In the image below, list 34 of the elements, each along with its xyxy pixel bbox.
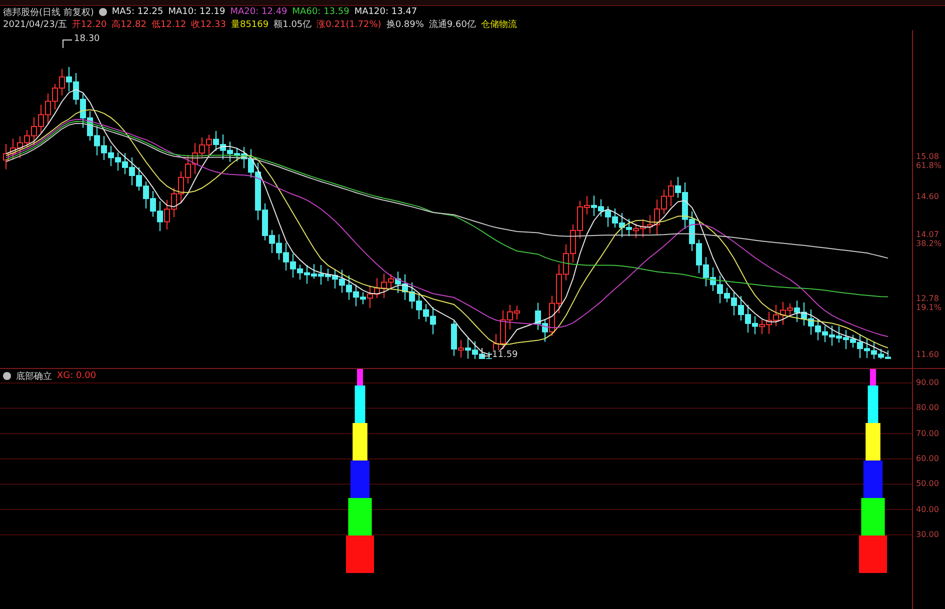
moving-average-label: MA60: 13.59 [292,7,350,17]
indicator-axis-label: 60.00 [916,454,939,463]
quote-value: 2021/04/23/五 [3,18,67,30]
moving-average-label: MA120: 13.47 [354,7,418,17]
quote-value: 换0.89% [386,18,424,30]
indicator-axis-label: 90.00 [916,378,939,387]
quote-value: 流通9.60亿 [428,18,476,30]
moving-average-label: MA10: 12.19 [168,7,226,17]
high-price-marker: 18.30 [74,34,100,44]
moving-average-label: MA20: 12.49 [230,7,288,17]
quote-value: 涨0.21(1.72%) [316,18,382,30]
indicator-axis-label: 30.00 [916,530,939,539]
quote-value: 开12.20 [72,18,107,30]
quote-value: 量85169 [230,18,269,30]
quote-value: 额1.05亿 [274,18,312,30]
price-axis-label: 11.60 [916,350,939,359]
quote-value: 仓储物流 [480,18,517,30]
leader-line [482,348,490,356]
indicator-axis-label: 50.00 [916,479,939,488]
quote-value: 高12.82 [112,18,146,30]
price-axis-label: 14.07 38.2% [916,230,942,248]
price-axis-label: 14.60 [916,192,939,201]
quote-value: 低12.12 [151,18,186,30]
indicator-name: 底部确立 [16,370,52,382]
price-axis-label: 12.78 19.1% [916,294,942,312]
price-axis-label: 15.08 61.8% [916,152,942,170]
indicator-axis-label: 40.00 [916,504,939,514]
leader-line [62,40,72,48]
indicator-axis-label: 80.00 [916,403,939,412]
indicator-reading: XG: 0.00 [57,371,96,381]
indicator-axis-label: 70.00 [916,428,939,438]
moving-average-label: MA5: 12.25 [112,7,164,17]
quote-value: 收12.33 [191,18,226,30]
stock-title: 德邦股份(日线 前复权) [3,6,94,18]
